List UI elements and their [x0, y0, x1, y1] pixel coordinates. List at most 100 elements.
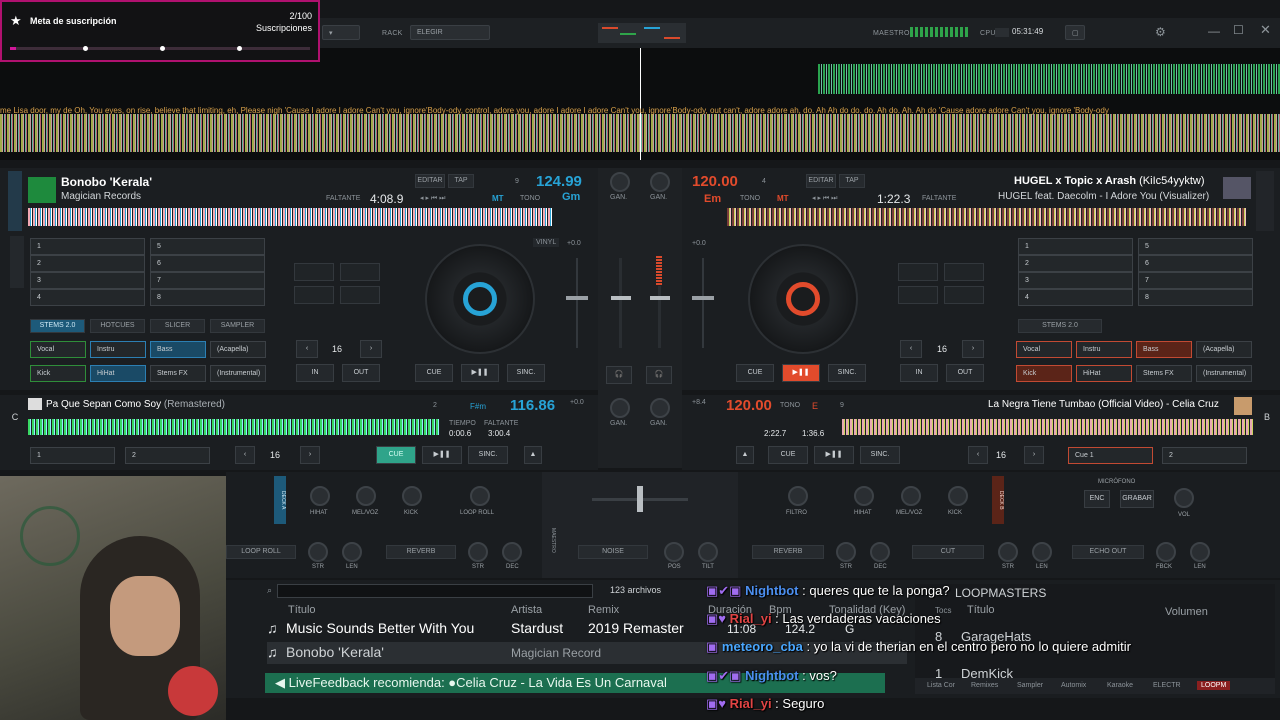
- deck-b-loop-in[interactable]: IN: [900, 364, 938, 382]
- gain-knob-right[interactable]: [650, 172, 670, 192]
- deck-a-fx-slot[interactable]: [294, 286, 334, 304]
- rack-select[interactable]: ELEGIR: [410, 25, 490, 40]
- deck-a-pad-acapella[interactable]: (Acapella): [210, 341, 266, 358]
- headphone-b-icon[interactable]: 🎧: [646, 366, 672, 384]
- deck-a-cue-button[interactable]: CUE: [415, 364, 453, 382]
- deck-d-cue-button[interactable]: CUE: [768, 446, 808, 464]
- col-artist[interactable]: Artista: [511, 604, 542, 616]
- deck-a-pad-kick[interactable]: Kick: [30, 365, 86, 382]
- fx-left-knob-3[interactable]: [402, 486, 422, 506]
- deck-c-play-button[interactable]: ▶❚❚: [422, 446, 462, 464]
- gain-knob-d[interactable]: [650, 398, 670, 418]
- deck-d-loop-next[interactable]: ›: [1024, 446, 1044, 464]
- deck-a-pad-instru[interactable]: Instru: [90, 341, 146, 358]
- deck-d-play-button[interactable]: ▶❚❚: [814, 446, 854, 464]
- deck-a-mt[interactable]: MT: [492, 194, 504, 203]
- deck-b-mt[interactable]: MT: [777, 194, 789, 203]
- fx-right-fbck-knob[interactable]: [1156, 542, 1176, 562]
- deck-b-pad-instru[interactable]: Instru: [1076, 341, 1132, 358]
- deck-b-pad-bass[interactable]: Bass: [1136, 341, 1192, 358]
- deck-a-fx-slot[interactable]: [340, 263, 380, 281]
- deck-b-pad-kick[interactable]: Kick: [1016, 365, 1072, 382]
- deck-a-loop-in[interactable]: IN: [296, 364, 334, 382]
- deck-c-waveform[interactable]: [28, 419, 440, 435]
- deck-b-hotcue-3[interactable]: 3: [1018, 272, 1133, 289]
- deck-b-tap-button[interactable]: TAP: [839, 174, 865, 188]
- mic-volume-knob[interactable]: [1174, 488, 1194, 508]
- deck-d-loop-prev[interactable]: ‹: [968, 446, 988, 464]
- deck-a-hotcue-7[interactable]: 7: [150, 272, 265, 289]
- volume-fader-right-handle[interactable]: [650, 296, 670, 300]
- headphone-a-icon[interactable]: 🎧: [606, 366, 632, 384]
- fx-left-len-knob[interactable]: [342, 542, 362, 562]
- deck-b-hotcue-2[interactable]: 2: [1018, 255, 1133, 272]
- deck-b-pitch-slider[interactable]: [702, 258, 704, 348]
- deck-b-fx-slot[interactable]: [898, 286, 938, 304]
- deck-a-tab-hotcues[interactable]: HOTCUES: [90, 319, 145, 333]
- close-icon[interactable]: ✕: [1260, 22, 1271, 38]
- gain-knob-c[interactable]: [610, 398, 630, 418]
- deck-b-hotcue-7[interactable]: 7: [1138, 272, 1253, 289]
- deck-a-loop-next[interactable]: ›: [360, 340, 382, 358]
- deck-d-sync-button[interactable]: SINC.: [860, 446, 900, 464]
- deck-a-fx-slot[interactable]: [294, 263, 334, 281]
- deck-a-transport[interactable]: ◂ ▸ ⏮ ⏭: [420, 194, 445, 203]
- settings-gear-icon[interactable]: ⚙: [1155, 25, 1166, 39]
- deck-b-fx-slot[interactable]: [898, 263, 938, 281]
- fx-right-str2-knob[interactable]: [998, 542, 1018, 562]
- fx-left-select-2[interactable]: REVERB: [386, 545, 456, 559]
- maximize-icon[interactable]: ☐: [1233, 23, 1244, 37]
- fx-mid-select[interactable]: NOISE: [578, 545, 648, 559]
- deck-b-edit-button[interactable]: EDITAR: [806, 174, 836, 188]
- fx-right-knob-2[interactable]: [854, 486, 874, 506]
- layout-icon[interactable]: [598, 23, 686, 43]
- deck-c-hotcue-2[interactable]: 2: [125, 447, 210, 464]
- deck-c-loop-prev[interactable]: ‹: [235, 446, 255, 464]
- crossfader-handle[interactable]: [637, 486, 643, 512]
- col-remix[interactable]: Remix: [588, 604, 619, 616]
- deck-b-pad-stemsfx[interactable]: Stems FX: [1136, 365, 1192, 382]
- deck-b-jogwheel[interactable]: [748, 244, 858, 354]
- deck-a-tab-sampler[interactable]: SAMPLER: [210, 319, 265, 333]
- fx-mid-pos-knob[interactable]: [664, 542, 684, 562]
- deck-a-hotcue-5[interactable]: 5: [150, 238, 265, 255]
- deck-b-hotcue-1[interactable]: 1: [1018, 238, 1133, 255]
- fx-right-str-knob[interactable]: [836, 542, 856, 562]
- fx-right-select-1[interactable]: REVERB: [752, 545, 824, 559]
- fx-left-str2-knob[interactable]: [468, 542, 488, 562]
- deck-a-hotcue-4[interactable]: 4: [30, 289, 145, 306]
- deck-b-fx-slot[interactable]: [944, 263, 984, 281]
- deck-a-pitch-slider[interactable]: [576, 258, 578, 348]
- deck-a-tap-button[interactable]: TAP: [448, 174, 474, 188]
- deck-b-fx-slot[interactable]: [944, 286, 984, 304]
- deck-a-jogwheel[interactable]: [425, 244, 535, 354]
- deck-a-pitch-handle[interactable]: [566, 296, 588, 300]
- record-icon[interactable]: ▢: [1065, 25, 1085, 40]
- deck-a-pad-stemsfx[interactable]: Stems FX: [150, 365, 206, 382]
- deck-a-edit-button[interactable]: EDITAR: [415, 174, 445, 188]
- deck-a-tab-slicer[interactable]: SLICER: [150, 319, 205, 333]
- volume-fader-left-handle[interactable]: [611, 296, 631, 300]
- volume-fader-left[interactable]: [619, 258, 622, 348]
- deck-b-transport[interactable]: ◂ ▸ ⏮ ⏭: [812, 194, 837, 203]
- deck-b-hotcue-4[interactable]: 4: [1018, 289, 1133, 306]
- deck-d-waveform[interactable]: [842, 419, 1254, 435]
- deck-d-eject-icon[interactable]: ▲: [736, 446, 754, 464]
- deck-a-play-button[interactable]: ▶❚❚: [461, 364, 499, 382]
- deck-a-hotcue-6[interactable]: 6: [150, 255, 265, 272]
- fx-left-select-1[interactable]: LOOP ROLL: [226, 545, 296, 559]
- deck-b-waveform[interactable]: [727, 208, 1247, 226]
- fx-left-str-knob[interactable]: [308, 542, 328, 562]
- main-waveform[interactable]: [0, 48, 1280, 160]
- deck-c-sync-button[interactable]: SINC.: [468, 446, 508, 464]
- fx-right-dec-knob[interactable]: [870, 542, 890, 562]
- deck-b-cue-button[interactable]: CUE: [736, 364, 774, 382]
- deck-b-pad-instrumental[interactable]: (Instrumental): [1196, 365, 1252, 382]
- deck-a-loop-prev[interactable]: ‹: [296, 340, 318, 358]
- deck-a-hotcue-1[interactable]: 1: [30, 238, 145, 255]
- deck-b-pad-hihat[interactable]: HiHat: [1076, 365, 1132, 382]
- fx-right-select-2[interactable]: CUT: [912, 545, 984, 559]
- fx-left-knob-4[interactable]: [470, 486, 490, 506]
- fx-left-knob-2[interactable]: [356, 486, 376, 506]
- deck-a-pad-bass[interactable]: Bass: [150, 341, 206, 358]
